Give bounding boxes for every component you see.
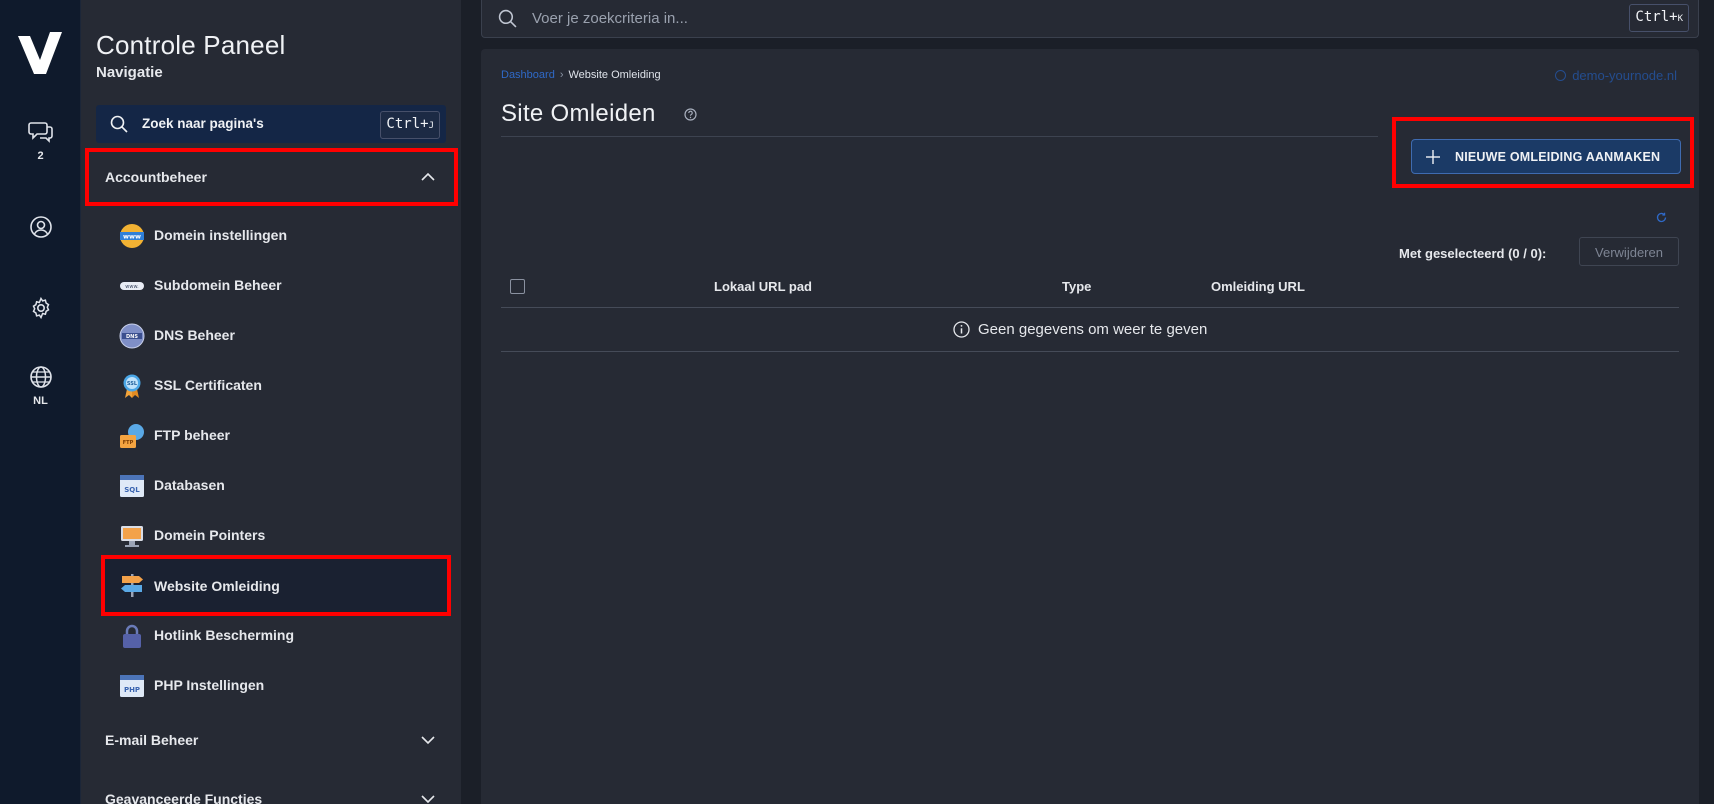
- help-icon[interactable]: [684, 108, 697, 121]
- page-search-input[interactable]: Zoek naar pagina's Ctrl+J: [96, 105, 446, 143]
- sidebar-item-subdomein-beheer[interactable]: www. Subdomein Beheer: [107, 260, 447, 310]
- breadcrumb-dashboard[interactable]: Dashboard: [501, 69, 555, 81]
- sidebar-item-dns-beheer[interactable]: DNS DNS Beheer: [107, 310, 447, 360]
- sidebar-item-ssl-certificaten[interactable]: SSL SSL Certificaten: [107, 360, 447, 410]
- sidebar-item-databasen[interactable]: SQL Databasen: [107, 460, 447, 510]
- breadcrumb: Dashboard › Website Omleiding: [501, 69, 661, 81]
- sidebar-subtitle: Navigatie: [96, 64, 163, 81]
- empty-state-row: Geen gegevens om weer te geven: [501, 308, 1679, 352]
- brand-logo[interactable]: [16, 30, 64, 76]
- global-search-input[interactable]: Voer je zoekcriteria in... Ctrl+K: [481, 0, 1699, 38]
- subdomain-icon: www.: [120, 282, 144, 290]
- rail-settings[interactable]: [0, 296, 81, 320]
- svg-text:DNS: DNS: [126, 334, 138, 340]
- group-geavanceerde-functies[interactable]: Geavanceerde Functies: [87, 772, 456, 804]
- sidebar-item-label: DNS Beheer: [154, 327, 235, 343]
- sidebar: Controle Paneel Navigatie Zoek naar pagi…: [81, 0, 461, 804]
- breadcrumb-separator: ›: [559, 69, 564, 81]
- sidebar-item-label: Subdomein Beheer: [154, 277, 282, 293]
- group-email-beheer[interactable]: E-mail Beheer: [87, 713, 456, 767]
- main-panel: Dashboard › Website Omleiding demo-yournod…: [481, 49, 1699, 804]
- sidebar-item-domein-instellingen[interactable]: www Domein instellingen: [107, 210, 447, 260]
- chevron-up-icon: [421, 172, 435, 181]
- sidebar-item-website-omleiding[interactable]: Website Omleiding: [101, 555, 451, 616]
- empty-state-message: Geen gegevens om weer te geven: [978, 321, 1208, 338]
- delete-label: Verwijderen: [1595, 245, 1663, 260]
- breadcrumb-current: Website Omleiding: [568, 69, 661, 81]
- icon-rail: 2 NL: [0, 0, 81, 804]
- sidebar-item-label: Domein instellingen: [154, 227, 288, 243]
- sidebar-item-hotlink-bescherming[interactable]: Hotlink Bescherming: [107, 610, 447, 660]
- new-redirect-highlight: NIEUWE OMLEIDING AANMAKEN: [1392, 117, 1694, 188]
- search-icon: [110, 115, 128, 133]
- sql-window-icon: SQL: [120, 475, 144, 497]
- new-redirect-button[interactable]: NIEUWE OMLEIDING AANMAKEN: [1411, 139, 1681, 174]
- sidebar-item-php-instellingen[interactable]: PHP PHP Instellingen: [107, 660, 447, 710]
- page-title: Site Omleiden: [501, 100, 656, 127]
- sidebar-title: Controle Paneel: [96, 30, 286, 60]
- chevron-down-icon: [421, 736, 435, 745]
- dns-globe-icon: DNS: [119, 323, 145, 349]
- rail-chat[interactable]: 2: [0, 120, 81, 162]
- group-label: E-mail Beheer: [105, 732, 199, 748]
- selection-count: Met geselecteerd (0 / 0):: [1399, 246, 1547, 261]
- rail-account[interactable]: [0, 215, 81, 239]
- sidebar-item-label: Domein Pointers: [154, 527, 266, 543]
- sidebar-item-label: Hotlink Bescherming: [154, 627, 295, 643]
- sidebar-item-label: SSL Certificaten: [154, 377, 262, 393]
- globe-icon: [29, 366, 52, 388]
- search-icon: [498, 9, 517, 28]
- padlock-icon: [123, 624, 141, 648]
- select-all-checkbox[interactable]: [510, 279, 525, 294]
- signpost-icon: [121, 574, 143, 597]
- column-header-redirect-url[interactable]: Omleiding URL: [1211, 279, 1305, 294]
- globe-icon: [1555, 70, 1567, 81]
- global-search-placeholder: Voer je zoekcriteria in...: [532, 10, 688, 27]
- sidebar-item-label: Website Omleiding: [154, 578, 280, 594]
- plus-icon: [1426, 150, 1440, 164]
- sidebar-item-ftp-beheer[interactable]: FTP FTP beheer: [107, 410, 447, 460]
- group-accountbeheer[interactable]: Accountbeheer: [85, 148, 458, 206]
- user-circle-icon: [29, 216, 52, 238]
- sidebar-item-domein-pointers[interactable]: Domein Pointers: [107, 510, 447, 560]
- svg-text:www.: www.: [125, 284, 139, 290]
- chat-icon: [27, 122, 53, 143]
- group-label: Accountbeheer: [105, 169, 207, 185]
- language-code: NL: [33, 395, 48, 407]
- ftp-folder-icon: FTP: [120, 424, 144, 448]
- chat-count: 2: [37, 150, 44, 162]
- title-divider: [501, 136, 1378, 137]
- domain-name: demo-yournode.nl: [1572, 68, 1677, 83]
- refresh-icon[interactable]: [1656, 212, 1667, 223]
- sidebar-item-label: PHP Instellingen: [154, 677, 265, 693]
- page-search-shortcut: Ctrl+J: [380, 111, 440, 139]
- rail-language[interactable]: NL: [0, 365, 81, 407]
- svg-text:SQL: SQL: [124, 486, 140, 494]
- new-redirect-label: NIEUWE OMLEIDING AANMAKEN: [1455, 150, 1661, 164]
- php-window-icon: PHP: [120, 675, 144, 697]
- page-search-placeholder: Zoek naar pagina's: [142, 116, 264, 131]
- svg-text:PHP: PHP: [124, 686, 140, 694]
- column-header-type[interactable]: Type: [1062, 279, 1091, 294]
- ssl-badge-icon: SSL: [123, 374, 141, 398]
- svg-text:FTP: FTP: [123, 440, 134, 446]
- chevron-down-icon: [421, 795, 435, 804]
- global-search-shortcut: Ctrl+K: [1629, 4, 1689, 32]
- www-globe-icon: www: [120, 224, 144, 248]
- domain-selector[interactable]: demo-yournode.nl: [1555, 68, 1677, 83]
- svg-text:SSL: SSL: [127, 381, 138, 387]
- group-label: Geavanceerde Functies: [105, 791, 263, 804]
- info-icon: [953, 321, 970, 338]
- pointer-monitor-icon: [121, 526, 143, 547]
- svg-text:www: www: [123, 233, 141, 241]
- sidebar-item-label: Databasen: [154, 477, 225, 493]
- table-header: Lokaal URL pad Type Omleiding URL: [501, 262, 1679, 308]
- column-header-local-path[interactable]: Lokaal URL pad: [714, 279, 812, 294]
- sidebar-item-label: FTP beheer: [154, 427, 230, 443]
- gear-icon: [32, 296, 49, 320]
